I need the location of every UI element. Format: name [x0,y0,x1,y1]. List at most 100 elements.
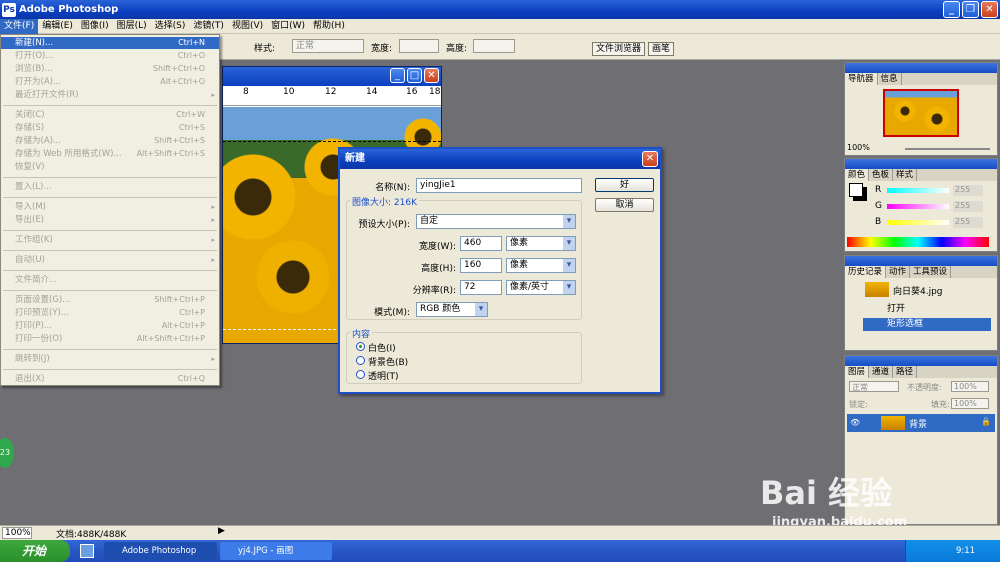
tab-actions[interactable]: 动作 [886,266,911,278]
submenu-arrow-icon: ▸ [211,203,215,211]
history-snapshot[interactable]: 向日葵4.jpg [893,284,943,297]
floating-badge[interactable]: 23 [0,438,14,468]
name-input[interactable]: yingJie1 [416,178,582,193]
height-unit-select[interactable]: 像素 [506,258,576,273]
tab-swatches[interactable]: 色板 [869,169,894,181]
width-input[interactable]: 460 [460,236,502,251]
resolution-unit-select[interactable]: 像素/英寸 [506,280,576,295]
color-ramp[interactable] [847,237,989,247]
file-menu-item[interactable]: 存储为(A)... Shift+Ctrl+S [1,135,219,147]
clock[interactable]: 9:11 [956,540,975,562]
file-menu-item[interactable]: 新建(N)... Ctrl+N [1,37,219,49]
doc-maximize-button[interactable]: □ [407,68,422,83]
file-menu-item[interactable]: 存储(S) Ctrl+S [1,122,219,134]
menu-select[interactable]: 选择(S) [151,19,190,34]
menu-item-label: 打开(O)... [15,51,54,61]
file-menu-item[interactable]: 打开为(A)... Alt+Ctrl+O [1,76,219,88]
cancel-button[interactable]: 取消 [595,198,654,212]
history-item[interactable]: 矩形选框 [863,318,991,331]
file-menu-item[interactable]: 打印一份(O) Alt+Shift+Ctrl+P [1,333,219,345]
file-menu-item[interactable]: 跳转到(J) ▸ [1,353,219,365]
start-button[interactable]: 开始 [0,540,70,562]
layer-row-background[interactable]: 👁 背景 🔒 [847,414,995,432]
file-menu-item[interactable]: 导入(M) ▸ [1,201,219,213]
menu-filter[interactable]: 滤镜(T) [189,19,228,34]
app-titlebar: Ps Adobe Photoshop _ ❐ ✕ [0,0,1000,19]
tab-layers[interactable]: 图层 [845,366,870,378]
eye-icon[interactable]: 👁 [850,418,860,427]
menu-help[interactable]: 帮助(H) [309,19,349,34]
menu-window[interactable]: 窗口(W) [267,19,309,34]
status-arrow-icon[interactable]: ▶ [218,526,225,536]
blend-mode-select[interactable]: 正常 [849,381,899,392]
foreground-color-swatch[interactable] [849,183,863,197]
navigator-thumbnail[interactable] [883,89,959,137]
height-input[interactable] [473,39,515,53]
file-menu-item[interactable]: 打印(P)... Alt+Ctrl+P [1,320,219,332]
file-menu-item[interactable]: 浏览(B)... Shift+Ctrl+O [1,63,219,75]
brush-tab[interactable]: 画笔 [648,42,675,56]
quicklaunch-icon[interactable] [80,544,94,558]
width-input[interactable] [399,39,439,53]
doc-close-button[interactable]: ✕ [424,68,439,83]
preset-select[interactable]: 自定 [416,214,576,229]
tab-history[interactable]: 历史记录 [845,266,887,278]
file-menu-item[interactable]: 存储为 Web 所用格式(W)... Alt+Shift+Ctrl+S [1,148,219,160]
red-value[interactable]: 255 [953,185,983,196]
menu-file[interactable]: 文件(F) [0,18,39,34]
file-menu-item[interactable]: 工作组(K) ▸ [1,234,219,246]
tab-paths[interactable]: 路径 [893,366,918,378]
blue-slider[interactable] [887,220,949,225]
red-slider[interactable] [887,188,949,193]
tab-styles[interactable]: 样式 [893,169,918,181]
file-menu-item[interactable]: 打印预览(Y)... Ctrl+P [1,307,219,319]
fill-input[interactable]: 100% [951,398,989,409]
history-item[interactable]: 打开 [863,303,991,316]
file-menu-item[interactable]: 退出(X) Ctrl+Q [1,373,219,385]
green-slider[interactable] [887,204,949,209]
tab-tool-presets[interactable]: 工具预设 [910,266,952,278]
green-value[interactable]: 255 [953,201,983,212]
tab-channels[interactable]: 通道 [869,366,894,378]
menu-image[interactable]: 图像(I) [77,19,113,34]
menu-layer[interactable]: 图层(L) [113,19,151,34]
file-menu-item[interactable]: 文件简介... [1,274,219,286]
ok-button[interactable]: 好 [595,178,654,192]
menu-edit[interactable]: 编辑(E) [38,19,77,34]
restore-button[interactable]: ❐ [962,1,979,18]
file-menu-item[interactable]: 恢复(V) [1,161,219,173]
height-input[interactable]: 160 [460,258,502,273]
close-button[interactable]: ✕ [981,1,998,18]
menu-view[interactable]: 视图(V) [228,19,267,34]
minimize-button[interactable]: _ [943,1,960,18]
tab-navigator[interactable]: 导航器 [845,73,878,85]
file-menu-item[interactable]: 置入(L)... [1,181,219,193]
doc-minimize-button[interactable]: _ [390,68,405,83]
navigator-zoom[interactable]: 100% [847,143,883,153]
file-browser-tab[interactable]: 文件浏览器 [592,42,646,56]
file-menu-item[interactable]: 最近打开文件(R) ▸ [1,89,219,101]
status-zoom[interactable]: 100% [2,527,32,539]
style-select[interactable]: 正常 [292,39,364,53]
file-menu-item[interactable]: 关闭(C) Ctrl+W [1,109,219,121]
file-menu-item[interactable]: 打开(O)... Ctrl+O [1,50,219,62]
tab-info[interactable]: 信息 [878,73,902,85]
file-menu-item[interactable]: 自动(U) ▸ [1,254,219,266]
taskbar-paint[interactable]: yj4.JPG - 画图 [220,542,332,560]
radio-white[interactable] [356,342,365,351]
resolution-input[interactable]: 72 [460,280,502,295]
file-menu-item[interactable]: 导出(E) ▸ [1,214,219,226]
radio-transparent[interactable] [356,370,365,379]
opacity-input[interactable]: 100% [951,381,989,392]
menu-item-label: 自动(U) [15,255,45,265]
taskbar-photoshop[interactable]: Adobe Photoshop [104,542,217,560]
navigator-zoom-slider[interactable] [905,148,990,150]
blue-value[interactable]: 255 [953,217,983,228]
radio-background[interactable] [356,356,365,365]
dialog-close-button[interactable]: ✕ [642,151,658,167]
menu-item-label: 打印预览(Y)... [15,308,69,318]
mode-select[interactable]: RGB 颜色 [416,302,488,317]
tab-color[interactable]: 颜色 [845,169,870,181]
width-unit-select[interactable]: 像素 [506,236,576,251]
file-menu-item[interactable]: 页面设置(G)... Shift+Ctrl+P [1,294,219,306]
